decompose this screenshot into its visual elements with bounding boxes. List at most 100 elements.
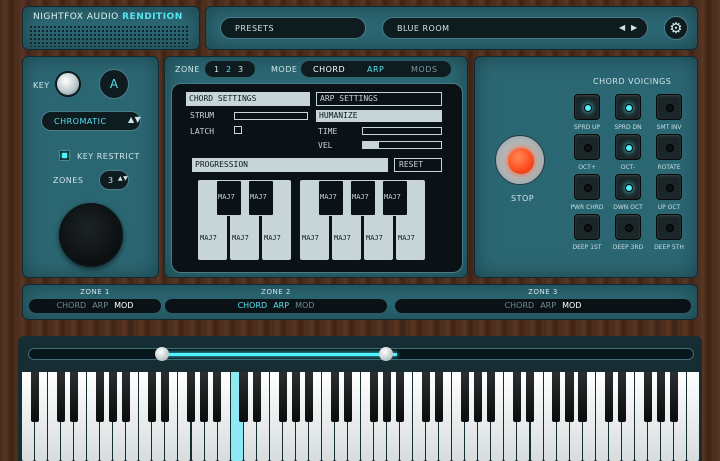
strum-slider[interactable] <box>234 112 308 120</box>
mode-arp[interactable]: ARP <box>367 65 384 74</box>
black-key[interactable] <box>122 372 131 422</box>
voicing-label: PWR CHRD <box>570 204 604 211</box>
reset-button[interactable]: RESET <box>394 158 442 172</box>
black-key[interactable] <box>422 372 431 422</box>
black-key[interactable] <box>200 372 209 422</box>
voicing-button-dwn-oct[interactable] <box>615 174 641 200</box>
zone-selector[interactable]: 1 2 3 <box>205 61 255 77</box>
voicing-label: DEEP 1ST <box>572 244 602 251</box>
zone-mode-selector[interactable]: CHORD ARP MOD <box>165 299 387 313</box>
key-restrict-label: KEY RESTRICT <box>77 152 140 161</box>
latch-checkbox[interactable] <box>234 126 242 134</box>
key-restrict-toggle[interactable] <box>59 150 70 161</box>
preset-next-icon[interactable]: ▶ <box>631 23 638 32</box>
black-key[interactable] <box>669 372 678 422</box>
range-handle-low[interactable] <box>155 347 169 361</box>
black-key[interactable] <box>474 372 483 422</box>
voicing-button-deep-3rd[interactable] <box>615 214 641 240</box>
time-slider[interactable] <box>362 127 442 135</box>
zone-mode-chord[interactable]: CHORD <box>505 301 535 310</box>
voicing-button-smt-inv[interactable] <box>656 94 682 120</box>
voicing-button-oct-[interactable] <box>574 134 600 160</box>
black-key[interactable] <box>252 372 261 422</box>
black-key[interactable] <box>187 372 196 422</box>
progression-upper-card[interactable]: MAJ7 <box>350 180 376 216</box>
black-key[interactable] <box>148 372 157 422</box>
volume-knob[interactable] <box>59 203 123 267</box>
key-knob[interactable] <box>55 71 81 97</box>
zone-mode-mod[interactable]: MOD <box>295 301 314 310</box>
key-value-button[interactable]: A <box>99 69 129 99</box>
voicing-button-pwr-chrd[interactable] <box>574 174 600 200</box>
black-key[interactable] <box>395 372 405 422</box>
black-key[interactable] <box>161 372 170 422</box>
black-key[interactable] <box>369 372 378 422</box>
mode-chord[interactable]: CHORD <box>313 65 345 74</box>
zone-mode-arp[interactable]: ARP <box>92 301 108 310</box>
zone-mode-chord[interactable]: CHORD <box>238 301 268 310</box>
voicing-button-oct-[interactable] <box>615 134 641 160</box>
progression-upper-card[interactable]: MAJ7 <box>318 180 344 216</box>
vel-slider[interactable] <box>362 141 442 149</box>
black-key[interactable] <box>604 372 613 422</box>
black-key[interactable] <box>382 372 391 422</box>
zone-mode-selector[interactable]: CHORD ARP MOD <box>29 299 161 313</box>
black-key[interactable] <box>552 372 561 422</box>
zone-mode-mod[interactable]: MOD <box>114 301 133 310</box>
scale-dropdown[interactable]: CHROMATIC ▲▼ <box>41 111 141 131</box>
black-key[interactable] <box>330 372 339 422</box>
preset-selector[interactable]: BLUE ROOM ◀ ▶ <box>382 17 648 39</box>
black-key[interactable] <box>239 372 248 422</box>
progression-upper-card[interactable]: MAJ7 <box>248 180 274 216</box>
progression-upper-card[interactable]: MAJ7 <box>216 180 242 216</box>
black-key[interactable] <box>304 372 313 422</box>
voicing-button-up-oct[interactable] <box>656 174 682 200</box>
voicing-button-sprd-up[interactable] <box>574 94 600 120</box>
zone-mode-arp[interactable]: ARP <box>540 301 556 310</box>
stop-button[interactable] <box>495 135 545 185</box>
zone-option-3[interactable]: 3 <box>238 65 244 74</box>
settings-gear-icon[interactable]: ⚙ <box>664 16 688 40</box>
black-key[interactable] <box>656 372 665 422</box>
black-key[interactable] <box>513 372 522 422</box>
range-handle-high[interactable] <box>379 347 393 361</box>
preset-prev-icon[interactable]: ◀ <box>619 23 626 32</box>
zone-mode-selector[interactable]: CHORD ARP MOD <box>395 299 691 313</box>
mode-selector[interactable]: CHORD ARP MODS <box>301 61 451 77</box>
progression-upper-card[interactable]: MAJ7 <box>382 180 408 216</box>
presets-button[interactable]: PRESETS <box>220 17 366 39</box>
black-key[interactable] <box>343 372 352 422</box>
black-key[interactable] <box>578 372 587 422</box>
black-key[interactable] <box>435 372 444 422</box>
white-key[interactable] <box>686 372 699 461</box>
voicing-button-rotate[interactable] <box>656 134 682 160</box>
zone-option-1[interactable]: 1 <box>214 65 220 74</box>
vel-slider-fill <box>363 142 379 148</box>
voicing-button-deep-5th[interactable] <box>656 214 682 240</box>
zone-mode-mod[interactable]: MOD <box>562 301 581 310</box>
zones-stepper[interactable]: 3 ▲▼ <box>99 170 129 190</box>
black-key[interactable] <box>213 372 222 422</box>
range-slider-track[interactable] <box>28 347 694 361</box>
black-key[interactable] <box>461 372 470 422</box>
voicing-button-sprd-dn[interactable] <box>615 94 641 120</box>
black-key[interactable] <box>96 372 105 422</box>
black-key[interactable] <box>617 372 626 422</box>
black-key[interactable] <box>56 372 66 422</box>
latch-label: LATCH <box>190 127 215 136</box>
mode-mods[interactable]: MODS <box>411 65 437 74</box>
black-key[interactable] <box>69 372 79 422</box>
black-key[interactable] <box>526 372 535 422</box>
zone-option-2[interactable]: 2 <box>226 65 232 74</box>
voicing-button-deep-1st[interactable] <box>574 214 600 240</box>
black-key[interactable] <box>565 372 574 422</box>
zone-mode-arp[interactable]: ARP <box>273 301 289 310</box>
black-key[interactable] <box>487 372 496 422</box>
black-key[interactable] <box>109 372 118 422</box>
presets-label: PRESETS <box>235 24 275 33</box>
black-key[interactable] <box>291 372 300 422</box>
black-key[interactable] <box>30 372 39 422</box>
zone-mode-chord[interactable]: CHORD <box>57 301 87 310</box>
black-key[interactable] <box>278 372 287 422</box>
black-key[interactable] <box>643 372 652 422</box>
